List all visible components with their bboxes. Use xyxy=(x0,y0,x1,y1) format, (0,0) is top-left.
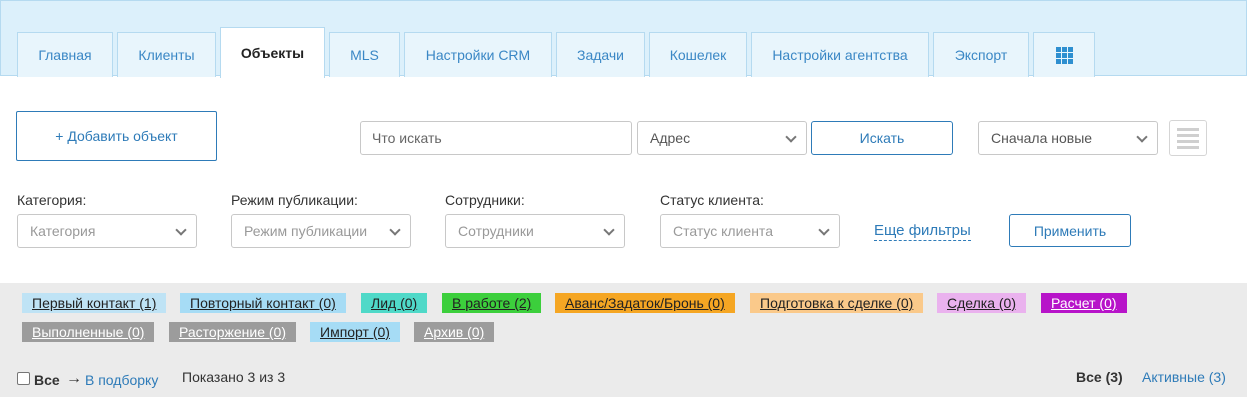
search-placeholder: Что искать xyxy=(372,130,442,146)
sort-select-value: Сначала новые xyxy=(991,130,1093,146)
address-select[interactable]: Адрес xyxy=(637,121,807,155)
tab-label: Клиенты xyxy=(138,47,195,63)
status-lead[interactable]: Лид (0) xyxy=(361,293,428,313)
tab-clients[interactable]: Клиенты xyxy=(117,32,216,77)
sort-select[interactable]: Сначала новые xyxy=(978,121,1158,155)
add-object-button[interactable]: + Добавить объект xyxy=(16,111,217,161)
tab-apps[interactable] xyxy=(1033,32,1095,77)
client-status-label: Статус клиента: xyxy=(660,192,764,208)
select-all-checkbox[interactable] xyxy=(17,372,30,385)
shown-count: Показано 3 из 3 xyxy=(182,369,286,385)
tab-objects[interactable]: Объекты xyxy=(220,27,325,78)
status-settlement[interactable]: Расчет (0) xyxy=(1041,293,1127,313)
top-tabbar: Главная Клиенты Объекты MLS Настройки CR… xyxy=(0,0,1247,78)
to-selection-link[interactable]: В подборку xyxy=(85,372,158,388)
chevron-down-icon xyxy=(785,131,797,143)
chevron-down-icon xyxy=(175,224,187,236)
staff-label: Сотрудники: xyxy=(445,192,525,208)
more-filters-link[interactable]: Еще фильтры xyxy=(874,222,971,241)
tab-label: MLS xyxy=(350,47,379,63)
chevron-down-icon xyxy=(603,224,615,236)
search-input[interactable]: Что искать xyxy=(360,121,632,155)
filter-all-count[interactable]: Все (3) xyxy=(1076,369,1123,385)
filter-active-count[interactable]: Активные (3) xyxy=(1142,369,1226,385)
status-termination[interactable]: Расторжение (0) xyxy=(169,322,296,342)
tab-home[interactable]: Главная xyxy=(17,32,113,77)
status-archive[interactable]: Архив (0) xyxy=(414,322,495,342)
objects-page: Главная Клиенты Объекты MLS Настройки CR… xyxy=(0,0,1247,397)
publication-select[interactable]: Режим публикации xyxy=(231,214,411,248)
tab-export[interactable]: Экспорт xyxy=(933,32,1029,77)
tab-wallet[interactable]: Кошелек xyxy=(649,32,747,77)
tab-crm-settings[interactable]: Настройки CRM xyxy=(404,32,552,77)
status-first-contact[interactable]: Первый контакт (1) xyxy=(22,293,167,313)
status-import[interactable]: Импорт (0) xyxy=(310,322,400,342)
tab-agency-settings[interactable]: Настройки агентства xyxy=(751,32,929,77)
status-deal-prep[interactable]: Подготовка к сделке (0) xyxy=(750,293,924,313)
publication-select-value: Режим публикации xyxy=(244,223,368,239)
tab-label: Задачи xyxy=(576,47,624,63)
tab-label: Экспорт xyxy=(954,47,1008,63)
tab-label: Настройки CRM xyxy=(425,47,531,63)
tab-label: Объекты xyxy=(240,45,305,61)
apply-button[interactable]: Применить xyxy=(1009,214,1131,247)
chevron-down-icon xyxy=(389,224,401,236)
tab-label: Кошелек xyxy=(669,47,727,63)
category-select-value: Категория xyxy=(30,223,96,239)
staff-select-value: Сотрудники xyxy=(458,223,534,239)
status-completed[interactable]: Выполненные (0) xyxy=(22,322,155,342)
status-repeat-contact[interactable]: Повторный контакт (0) xyxy=(180,293,346,313)
staff-select[interactable]: Сотрудники xyxy=(445,214,625,248)
chevron-down-icon xyxy=(1136,131,1148,143)
select-all-label: Все xyxy=(34,372,60,388)
tab-mls[interactable]: MLS xyxy=(329,32,400,77)
list-view-toggle[interactable] xyxy=(1169,120,1207,156)
chevron-down-icon xyxy=(818,224,830,236)
status-deal[interactable]: Сделка (0) xyxy=(937,293,1026,313)
status-in-work[interactable]: В работе (2) xyxy=(442,293,542,313)
arrow-right-icon: → xyxy=(66,370,82,387)
publication-label: Режим публикации: xyxy=(231,192,358,208)
status-advance[interactable]: Аванс/Задаток/Бронь (0) xyxy=(555,293,735,313)
category-select[interactable]: Категория xyxy=(17,214,197,248)
client-status-select[interactable]: Статус клиента xyxy=(660,214,840,248)
address-select-value: Адрес xyxy=(650,130,691,146)
category-label: Категория: xyxy=(17,192,87,208)
list-icon xyxy=(1177,127,1199,149)
tab-tasks[interactable]: Задачи xyxy=(556,32,645,77)
client-status-select-value: Статус клиента xyxy=(673,223,773,239)
tab-label: Главная xyxy=(38,47,92,63)
tab-label: Настройки агентства xyxy=(772,47,908,63)
grid-icon xyxy=(1055,46,1073,64)
search-button[interactable]: Искать xyxy=(811,121,953,155)
